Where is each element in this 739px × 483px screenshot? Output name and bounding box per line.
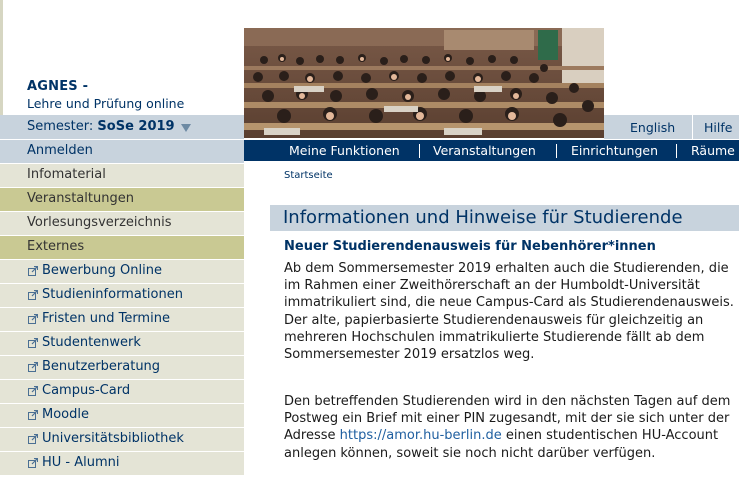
sidebar-item-label: Anmelden: [27, 143, 93, 158]
language-bar-divider: [692, 115, 693, 139]
external-link-icon: [28, 434, 38, 444]
menu-divider: [676, 144, 677, 158]
sidebar-item-label: Benutzerberatung: [42, 359, 161, 374]
sidebar-item-label: Campus-Card: [42, 383, 131, 398]
sidebar-item-universitaetsbibliothek[interactable]: Universitätsbibliothek: [0, 427, 244, 451]
external-link-icon: [28, 314, 38, 324]
brand-edge: [0, 0, 3, 115]
article-paragraph-1: Ab dem Sommersemester 2019 erhalten auch…: [284, 261, 734, 363]
external-link-icon: [28, 386, 38, 396]
sidebar-item-moodle[interactable]: Moodle: [0, 403, 244, 427]
sidebar-item-label: Fristen und Termine: [42, 311, 170, 326]
help-link[interactable]: Hilfe: [704, 120, 732, 135]
article-heading: Neuer Studierendenausweis für Nebenhörer…: [284, 239, 656, 254]
semester-label: Semester:: [27, 119, 94, 134]
semester-value[interactable]: SoSe 2019: [97, 119, 174, 134]
sidebar-item-externes[interactable]: Externes: [0, 235, 244, 259]
sidebar-item-hu-alumni[interactable]: HU - Alumni: [0, 451, 244, 475]
sidebar-item-label: Universitätsbibliothek: [42, 431, 184, 446]
menu-item-raeume[interactable]: Räume: [691, 143, 735, 158]
sidebar-item-label: Studieninformationen: [42, 287, 183, 302]
sidebar-item-label: Moodle: [42, 407, 89, 422]
sidebar-item-infomaterial[interactable]: Infomaterial: [0, 163, 244, 187]
semester-selector[interactable]: Semester: SoSe 2019: [0, 115, 244, 139]
sidebar-item-fristen-und-termine[interactable]: Fristen und Termine: [0, 307, 244, 331]
sidebar-item-label: Infomaterial: [27, 167, 106, 182]
sidebar-item-veranstaltungen[interactable]: Veranstaltungen: [0, 187, 244, 211]
main-menu: Meine Funktionen Veranstaltungen Einrich…: [244, 139, 739, 161]
menu-item-veranstaltungen[interactable]: Veranstaltungen: [433, 143, 536, 158]
amor-link[interactable]: https://amor.hu-berlin.de: [340, 428, 502, 443]
menu-item-meine-funktionen[interactable]: Meine Funktionen: [289, 143, 400, 158]
menu-item-einrichtungen[interactable]: Einrichtungen: [571, 143, 658, 158]
sidebar-item-studieninformationen[interactable]: Studieninformationen: [0, 283, 244, 307]
brand-area: AGNES - Lehre und Prüfung online: [0, 0, 244, 115]
brand-title: AGNES -: [27, 79, 89, 94]
external-link-icon: [28, 458, 38, 468]
external-link-icon: [28, 362, 38, 372]
triangle-down-icon[interactable]: [181, 124, 191, 132]
sidebar-item-label: Bewerbung Online: [42, 263, 162, 278]
sidebar-item-label: Veranstaltungen: [27, 191, 134, 206]
breadcrumb-startseite[interactable]: Startseite: [284, 170, 333, 181]
sidebar-item-label: Vorlesungsverzeichnis: [27, 215, 172, 230]
sidebar-item-anmelden[interactable]: Anmelden: [0, 139, 244, 163]
sidebar-item-label: HU - Alumni: [42, 455, 120, 470]
sidebar-item-studentenwerk[interactable]: Studentenwerk: [0, 331, 244, 355]
external-link-icon: [28, 410, 38, 420]
sidebar-item-label: Studentenwerk: [42, 335, 141, 350]
menu-divider: [419, 144, 420, 158]
external-link-icon: [28, 338, 38, 348]
lecture-hall-photo: [244, 28, 604, 138]
sidebar-nav: Anmelden Infomaterial Veranstaltungen Vo…: [0, 139, 244, 475]
external-link-icon: [28, 290, 38, 300]
semester-label-group: Semester: SoSe 2019: [27, 119, 175, 134]
sidebar-item-bewerbung-online[interactable]: Bewerbung Online: [0, 259, 244, 283]
sidebar-item-campus-card[interactable]: Campus-Card: [0, 379, 244, 403]
menu-divider: [556, 144, 557, 158]
brand-subtitle: Lehre und Prüfung online: [27, 96, 185, 111]
page-title: Informationen und Hinweise für Studieren…: [270, 205, 739, 231]
lecture-hall-illustration: [244, 28, 604, 138]
external-link-icon: [28, 266, 38, 276]
article-paragraph-2: Den betreffenden Studierenden wird in de…: [284, 393, 736, 462]
language-bar: English Hilfe: [604, 115, 739, 139]
sidebar-item-benutzerberatung[interactable]: Benutzerberatung: [0, 355, 244, 379]
language-english-link[interactable]: English: [630, 120, 675, 135]
sidebar-item-vorlesungsverzeichnis[interactable]: Vorlesungsverzeichnis: [0, 211, 244, 235]
sidebar-item-label: Externes: [27, 239, 85, 254]
